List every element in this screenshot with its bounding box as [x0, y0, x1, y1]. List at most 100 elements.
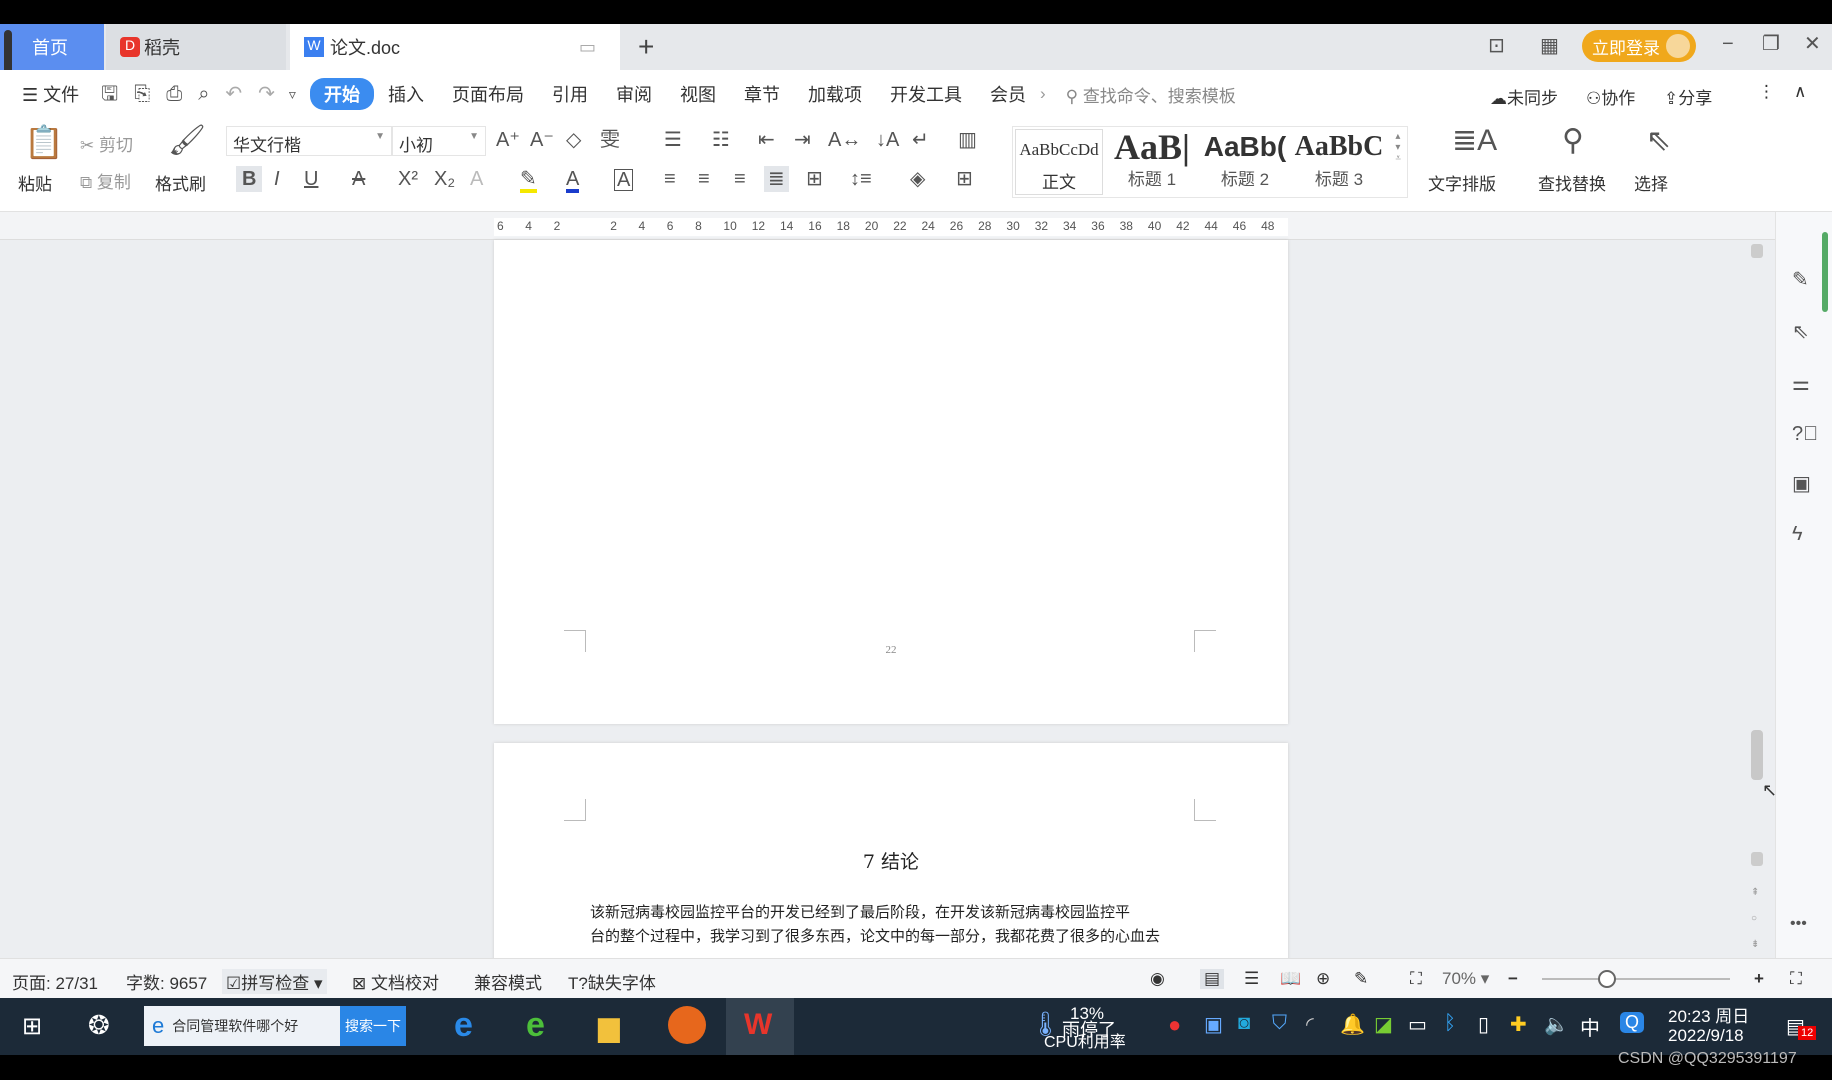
select-button[interactable]: 选择 [1634, 170, 1668, 195]
collapse-ribbon-icon[interactable]: ∧ [1794, 82, 1806, 102]
zoom-in-button[interactable]: + [1754, 969, 1764, 989]
windows-start-icon[interactable]: ⊞ [22, 1012, 42, 1041]
paste-icon[interactable]: 📋 [24, 126, 64, 158]
edit-pen-icon[interactable]: ✎ [1792, 270, 1809, 290]
align-right-icon[interactable]: ≡ [734, 169, 746, 189]
image-tools-icon[interactable]: ▣ [1792, 474, 1811, 494]
fullscreen-icon[interactable]: ⛶ [1790, 969, 1802, 989]
tray-plus-icon[interactable]: ✚ [1510, 1012, 1527, 1037]
print-preview-icon[interactable]: ⌕ [198, 84, 209, 104]
italic-icon[interactable]: I [274, 169, 280, 189]
menu-view[interactable]: 视图 [666, 81, 730, 107]
page-nav-icons[interactable]: ⇞ ○ ⇟ [1751, 880, 1759, 958]
tray-sync-icon[interactable]: ◙ [1238, 1012, 1250, 1035]
battery-icon[interactable]: ▭ [1408, 1012, 1427, 1037]
more-icon[interactable]: ⋮ [1758, 82, 1775, 102]
taskbar-search-button[interactable]: 搜索一下 [340, 1006, 406, 1046]
sort-icon[interactable]: ↓A [876, 130, 899, 150]
print-icon[interactable]: ⎙ [166, 84, 182, 104]
font-family-select[interactable]: 华文行楷 ▼ [226, 126, 392, 156]
share-button[interactable]: ⇪分享 [1664, 84, 1712, 109]
bullets-icon[interactable]: ☰ [664, 130, 682, 150]
sync-button[interactable]: ☁未同步 [1490, 84, 1558, 109]
write-mode-icon[interactable]: ✎ [1354, 969, 1368, 989]
tray-shield-icon[interactable]: ⛉ [1272, 1012, 1287, 1035]
bold-icon[interactable]: B [236, 166, 263, 192]
copy-button[interactable]: ⧉ 复制 [80, 168, 131, 193]
highlight-icon[interactable]: ✎ [520, 169, 537, 193]
green-browser-icon[interactable]: e [526, 1006, 545, 1045]
zoom-select[interactable]: 70% ▾ [1442, 969, 1489, 989]
clock-time[interactable]: 20:23 周日 [1668, 1002, 1749, 1027]
outline-view-icon[interactable]: ☰ [1244, 969, 1259, 989]
proofread-button[interactable]: ⊠ 文档校对 [352, 969, 439, 994]
app-orange-icon[interactable] [668, 1006, 706, 1044]
align-center-icon[interactable]: ≡ [698, 169, 710, 189]
page-view-icon[interactable]: ▤ [1200, 969, 1225, 989]
reading-view-icon[interactable]: 📖 [1280, 969, 1301, 989]
zoom-slider-handle[interactable] [1598, 970, 1616, 988]
menu-addins[interactable]: 加载项 [794, 81, 876, 107]
style-heading-1[interactable]: AaB| 标题 1 [1107, 129, 1197, 195]
page-22[interactable]: 22 [494, 240, 1288, 724]
wifi-icon[interactable]: ◜ [1306, 1012, 1314, 1037]
vertical-scrollbar[interactable]: ⇞ ○ ⇟ [1748, 240, 1766, 958]
font-color-icon[interactable]: A [566, 169, 580, 193]
eye-protect-icon[interactable]: ◉ [1150, 969, 1165, 989]
tab-pin-icon[interactable]: ▭ [579, 37, 596, 58]
apps-grid-icon[interactable]: ▦ [1540, 36, 1559, 56]
settings-sliders-icon[interactable]: ⚌ [1792, 374, 1810, 394]
menu-layout[interactable]: 页面布局 [438, 81, 538, 107]
ie-browser-icon[interactable]: e [454, 1006, 473, 1045]
lightning-icon[interactable]: ϟ [1792, 524, 1803, 544]
numbering-icon[interactable]: ☷ [712, 130, 730, 150]
styles-scroll-icon[interactable]: ▴ ▾ ⩡ [1395, 131, 1401, 164]
more-dots-icon[interactable]: ••• [1790, 916, 1807, 932]
justify-icon[interactable]: ≣ [764, 166, 789, 192]
tab-docer[interactable]: D 稻壳 [106, 24, 286, 70]
align-left-icon[interactable]: ≡ [664, 169, 676, 189]
nvidia-icon[interactable]: ◪ [1374, 1012, 1393, 1037]
app-swirl-icon[interactable]: ❂ [88, 1010, 110, 1041]
zoom-slider[interactable] [1542, 970, 1730, 988]
word-count[interactable]: 字数: 9657 [126, 969, 207, 994]
tab-document[interactable]: W 论文.doc ▭ [290, 24, 620, 70]
taskbar-search[interactable]: e 合同管理软件哪个好 [144, 1006, 340, 1046]
clock-date[interactable]: 2022/9/18 [1668, 1026, 1744, 1046]
indent-icon[interactable]: ⇥ [794, 130, 811, 150]
minimize-icon[interactable]: − [1722, 34, 1734, 54]
superscript-icon[interactable]: X² [398, 169, 418, 189]
missing-font-button[interactable]: T?缺失字体 [568, 969, 656, 994]
scrollbar-thumb[interactable] [1751, 730, 1763, 780]
command-search[interactable]: ⚲ 查找命令、搜索模板 [1066, 82, 1236, 107]
borders-icon[interactable]: ⊞ [956, 169, 973, 189]
scroll-up-button[interactable] [1751, 244, 1763, 258]
ime-indicator[interactable]: 中 [1580, 1012, 1600, 1041]
menu-chapter[interactable]: 章节 [730, 81, 794, 107]
menu-member[interactable]: 会员 [976, 81, 1040, 107]
bluetooth-icon[interactable]: ᛒ [1444, 1012, 1456, 1035]
menu-review[interactable]: 审阅 [602, 81, 666, 107]
tray-usb-icon[interactable]: ▣ [1204, 1012, 1223, 1037]
style-heading-2[interactable]: AaBb(标题 2 [1199, 129, 1291, 195]
format-painter-button[interactable]: 格式刷 [155, 170, 206, 195]
style-heading-3[interactable]: AaBbC 标题 3 [1293, 129, 1385, 195]
page-23[interactable]: 7 结论 该新冠病毒校园监控平台的开发已经到了最后阶段，在开发该新冠病毒校园监控… [494, 743, 1288, 973]
file-menu[interactable]: ☰ 文件 [0, 81, 93, 107]
font-size-select[interactable]: 小初 ▼ [392, 126, 486, 156]
char-border-icon[interactable]: A [614, 169, 634, 191]
tab-home[interactable]: 首页 [0, 24, 104, 70]
web-view-icon[interactable]: ⊕ [1316, 969, 1330, 989]
fit-page-icon[interactable]: ⛶ [1410, 969, 1422, 989]
strikethrough-icon[interactable]: A [352, 169, 365, 189]
text-direction-icon[interactable]: A↔ [828, 130, 861, 150]
cut-button[interactable]: ✂ 剪切 [80, 131, 133, 156]
subscript-icon[interactable]: X₂ [434, 169, 455, 189]
menu-insert[interactable]: 插入 [374, 81, 438, 107]
page-indicator[interactable]: 页面: 27/31 [12, 969, 98, 994]
shading-icon[interactable]: ◈ [910, 169, 925, 189]
spell-check-button[interactable]: ☑拼写检查 ▾ [222, 969, 327, 994]
find-replace-button[interactable]: 查找替换 [1538, 170, 1606, 195]
wps-taskbar-button[interactable]: W [726, 998, 794, 1055]
clear-format-icon[interactable]: ◇ [566, 130, 581, 150]
